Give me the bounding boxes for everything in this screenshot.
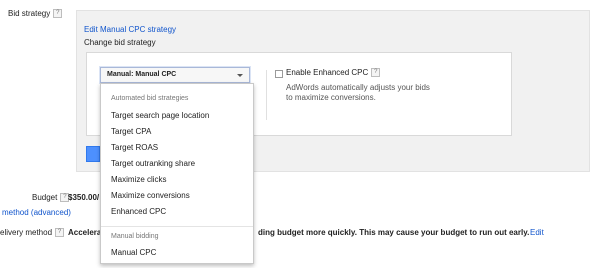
bid-strategy-label-text: Bid strategy xyxy=(8,9,51,18)
chevron-down-icon xyxy=(237,74,243,77)
menu-item-target-outranking-share[interactable]: Target outranking share xyxy=(111,159,195,168)
bid-strategy-select[interactable]: Manual: Manual CPC xyxy=(100,67,250,83)
enhanced-cpc-label-text[interactable]: Enable Enhanced CPC xyxy=(286,68,368,77)
help-icon[interactable]: ? xyxy=(55,228,65,238)
enhanced-cpc-checkbox[interactable] xyxy=(275,70,283,78)
enhanced-cpc-description-line: to maximize conversions. xyxy=(286,93,376,102)
options-divider xyxy=(266,70,267,120)
bid-strategy-label: Bid strategy? xyxy=(8,9,63,19)
menu-divider xyxy=(101,226,253,227)
delivery-method-label: elivery method xyxy=(0,228,53,237)
delivery-accelerated-text: Accelera xyxy=(68,228,102,237)
delivery-edit-link[interactable]: Edit xyxy=(530,228,544,237)
delivery-method-advanced-link[interactable]: method (advanced) xyxy=(2,208,71,217)
change-strategy-label: Change bid strategy xyxy=(84,38,156,47)
menu-item-target-cpa[interactable]: Target CPA xyxy=(111,127,151,136)
menu-header-manual: Manual bidding xyxy=(111,233,159,240)
menu-item-maximize-clicks[interactable]: Maximize clicks xyxy=(111,175,167,184)
delivery-description-text: ding budget more quickly. This may cause… xyxy=(258,228,530,237)
bid-strategy-select-value: Manual: Manual CPC xyxy=(107,71,177,78)
enhanced-cpc-label: Enable Enhanced CPC? xyxy=(286,68,381,78)
budget-row: Budget? xyxy=(32,193,70,203)
menu-item-manual-cpc[interactable]: Manual CPC xyxy=(111,248,156,257)
menu-item-target-search-page-location[interactable]: Target search page location xyxy=(111,111,209,120)
help-icon[interactable]: ? xyxy=(53,9,63,19)
menu-header-automated: Automated bid strategies xyxy=(111,95,189,102)
menu-item-enhanced-cpc[interactable]: Enhanced CPC xyxy=(111,207,166,216)
delivery-method-row: elivery method? xyxy=(0,228,65,238)
menu-item-maximize-conversions[interactable]: Maximize conversions xyxy=(111,191,190,200)
edit-strategy-link[interactable]: Edit Manual CPC strategy xyxy=(84,25,176,34)
budget-label: Budget xyxy=(32,193,58,202)
enhanced-cpc-description: AdWords automatically adjusts your bids … xyxy=(286,83,430,103)
save-button[interactable] xyxy=(86,146,100,162)
help-icon[interactable]: ? xyxy=(371,68,381,78)
menu-item-target-roas[interactable]: Target ROAS xyxy=(111,143,158,152)
enhanced-cpc-description-line: AdWords automatically adjusts your bids xyxy=(286,83,430,92)
budget-value: $350.00/ xyxy=(68,193,100,202)
bid-strategy-dropdown: Automated bid strategies Target search p… xyxy=(100,83,254,264)
